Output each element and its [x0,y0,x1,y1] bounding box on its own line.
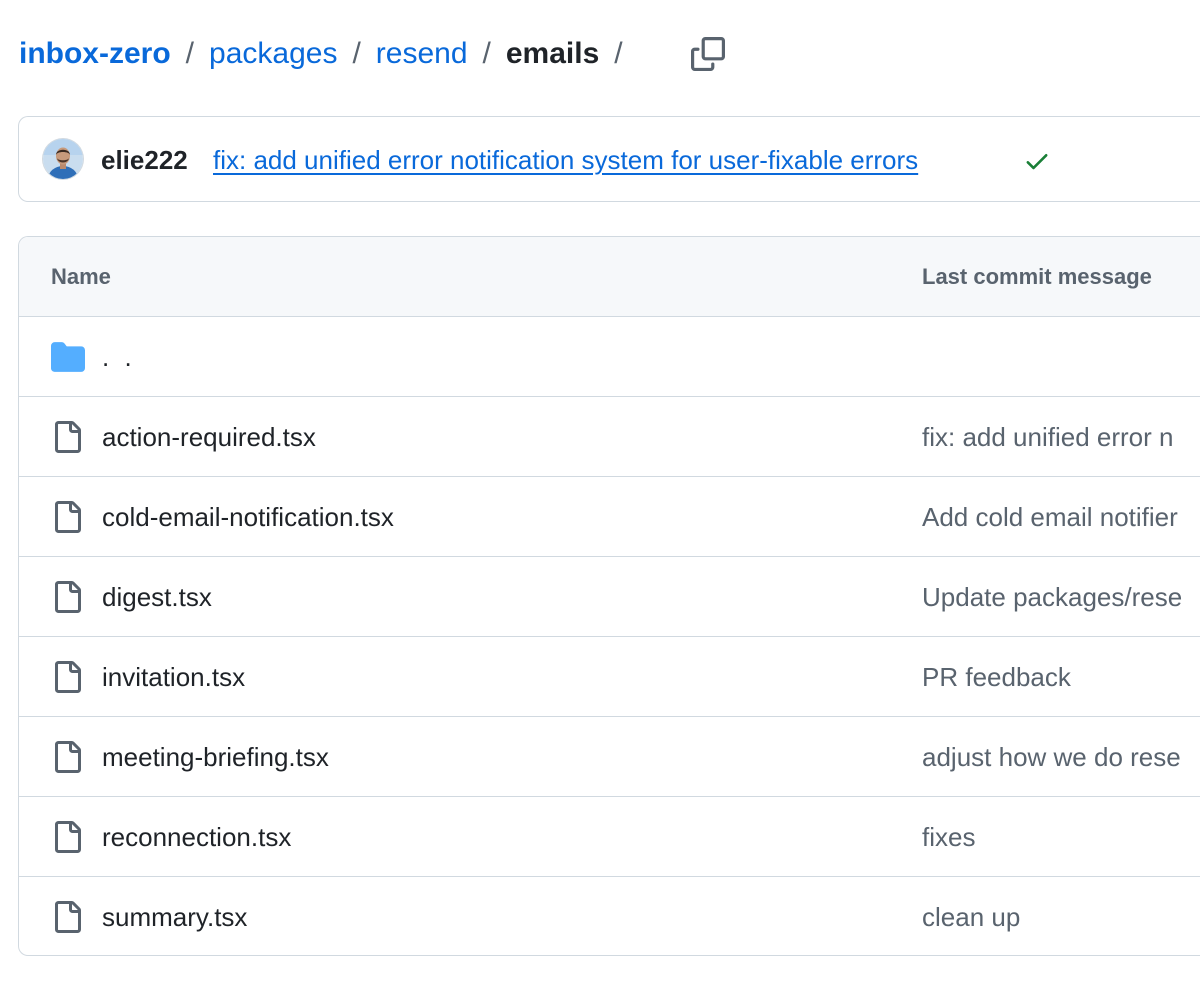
table-row[interactable]: summary.tsx clean up [19,877,1200,955]
table-row[interactable]: cold-email-notification.tsx Add cold ema… [19,477,1200,557]
parent-directory-link[interactable]: . . [102,317,136,397]
file-icon [55,821,81,853]
breadcrumb: inbox-zero / packages / resend / emails … [19,30,638,78]
breadcrumb-resend-link[interactable]: resend [376,37,468,71]
column-header-name: Name [51,264,111,289]
file-icon [55,741,81,773]
file-commit-message-link[interactable]: fix: add unified error n [922,397,1173,477]
breadcrumb-repo-link[interactable]: inbox-zero [19,37,171,71]
file-name-link[interactable]: summary.tsx [102,877,247,955]
file-icon [55,581,81,613]
breadcrumb-separator: / [352,37,361,70]
file-icon [55,421,81,453]
file-name-link[interactable]: action-required.tsx [102,397,316,477]
breadcrumb-separator: / [614,37,623,70]
breadcrumb-separator: / [185,37,195,70]
breadcrumb-separator: / [482,37,491,70]
parent-directory-row[interactable]: . . [19,317,1200,397]
table-row[interactable]: digest.tsx Update packages/rese [19,557,1200,637]
file-commit-message-link[interactable]: PR feedback [922,637,1071,717]
file-name-link[interactable]: invitation.tsx [102,637,245,717]
file-table: Name Last commit message . . action-requ… [18,236,1200,956]
file-icon [55,661,81,693]
table-header: Name Last commit message [19,237,1200,317]
avatar-image-icon [43,139,83,179]
breadcrumb-current: emails [505,37,600,70]
folder-icon [51,342,85,372]
commit-message-link[interactable]: fix: add unified error notification syst… [213,117,918,203]
file-name-link[interactable]: meeting-briefing.tsx [102,717,329,797]
table-row[interactable]: reconnection.tsx fixes [19,797,1200,877]
file-name-link[interactable]: digest.tsx [102,557,212,637]
file-icon [55,901,81,933]
breadcrumb-packages-link[interactable]: packages [209,37,337,71]
commit-author-link[interactable]: elie222 [101,117,188,203]
table-row[interactable]: invitation.tsx PR feedback [19,637,1200,717]
file-icon [55,501,81,533]
check-icon[interactable] [1023,147,1051,175]
file-commit-message-link[interactable]: fixes [922,797,975,877]
table-row[interactable]: meeting-briefing.tsx adjust how we do re… [19,717,1200,797]
file-commit-message-link[interactable]: Update packages/rese [922,557,1182,637]
file-name-link[interactable]: cold-email-notification.tsx [102,477,394,557]
latest-commit-box: elie222 fix: add unified error notificat… [18,116,1200,202]
file-commit-message-link[interactable]: clean up [922,877,1020,955]
file-commit-message-link[interactable]: adjust how we do rese [922,717,1181,797]
author-avatar[interactable] [43,139,83,179]
file-commit-message-link[interactable]: Add cold email notifier [922,477,1178,557]
copy-path-button[interactable] [684,30,732,78]
copy-icon [691,37,725,71]
table-row[interactable]: action-required.tsx fix: add unified err… [19,397,1200,477]
file-name-link[interactable]: reconnection.tsx [102,797,291,877]
column-header-last-commit-message: Last commit message [922,264,1152,289]
